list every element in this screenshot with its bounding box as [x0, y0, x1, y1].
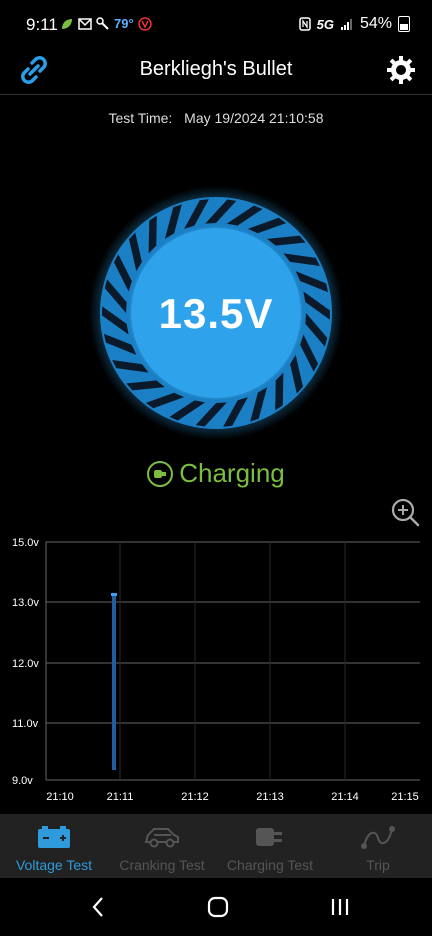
plug-icon — [256, 828, 282, 846]
network-type: 5G — [316, 16, 334, 32]
status-bar: 9:11 79° 5G 54% — [0, 0, 432, 50]
temperature: 79° — [114, 16, 134, 31]
test-time-value: May 19/2024 21:10:58 — [184, 110, 324, 126]
tab-trip[interactable]: Trip — [324, 814, 432, 878]
y-tick-label: 12.0v — [12, 658, 39, 670]
battery-icon — [38, 826, 70, 848]
route-icon — [361, 826, 395, 849]
wrench-icon — [96, 16, 109, 30]
y-tick-label: 13.0v — [12, 597, 39, 609]
y-tick-label: 9.0v — [12, 775, 33, 787]
x-tick-label: 21:15 — [391, 791, 419, 803]
zoom-in-icon[interactable] — [390, 497, 420, 527]
tab-label: Cranking Test — [119, 857, 205, 873]
plug-icon — [147, 460, 174, 487]
battery-percent: 54% — [359, 15, 392, 32]
series-line — [112, 593, 116, 770]
x-tick-label: 21:12 — [181, 791, 209, 803]
v-badge-icon — [137, 16, 152, 31]
tab-label: Voltage Test — [15, 857, 93, 873]
system-nav-bar — [0, 878, 432, 936]
recents-icon[interactable] — [325, 894, 355, 920]
tab-label: Trip — [366, 857, 390, 873]
voltage-reading: 13.5V — [158, 290, 274, 337]
y-tick-label: 15.0v — [12, 537, 39, 549]
bottom-nav: Voltage Test Cranking Test Charging Test… — [0, 814, 432, 878]
x-tick-label: 21:11 — [107, 791, 134, 803]
tab-cranking-test[interactable]: Cranking Test — [108, 814, 216, 878]
y-tick-label: 11.0v — [12, 718, 39, 730]
tab-voltage-test[interactable]: Voltage Test — [0, 814, 108, 878]
test-time-label: Test Time: — [108, 110, 173, 126]
nfc-icon — [298, 17, 311, 31]
x-tick-label: 21:10 — [46, 791, 74, 803]
gear-icon[interactable] — [384, 53, 418, 87]
x-tick-label: 21:13 — [256, 791, 284, 803]
status-right: 5G 54% — [298, 15, 410, 33]
signal-icon — [340, 19, 352, 30]
voltage-chart: 15.0v 13.0v 12.0v 11.0v 9.0v 21:10 21:11 21:12… — [12, 537, 420, 803]
tab-charging-test[interactable]: Charging Test — [216, 814, 324, 878]
back-icon[interactable] — [84, 894, 114, 920]
charging-status: Charging — [0, 458, 432, 489]
status-time: 9:11 — [26, 15, 58, 34]
x-tick-label: 21:14 — [331, 791, 359, 803]
battery-icon — [398, 16, 410, 32]
test-time: Test Time: May 19/2024 21:10:58 — [0, 110, 432, 126]
home-icon[interactable] — [203, 894, 233, 920]
page-title: Berkliegh's Bullet — [139, 58, 293, 80]
tab-label: Charging Test — [226, 857, 314, 873]
data-point — [111, 593, 117, 596]
status-notification-icons: 79° — [60, 16, 152, 31]
leaf-icon — [62, 18, 72, 29]
car-icon — [144, 828, 179, 848]
app-header: Berkliegh's Bullet — [0, 50, 432, 95]
mail-icon — [78, 17, 92, 30]
charging-text: Charging — [179, 458, 285, 488]
